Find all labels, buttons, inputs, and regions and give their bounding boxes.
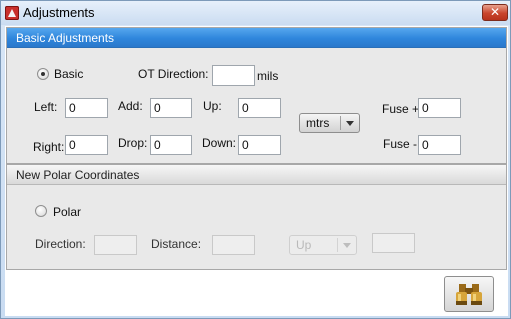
- units-dropdown[interactable]: mtrs: [299, 113, 360, 133]
- ot-direction-unit: mils: [257, 69, 279, 83]
- fuse-minus-label: Fuse -: [383, 137, 418, 151]
- app-icon: [5, 6, 19, 20]
- polar-radio-label[interactable]: Polar: [53, 205, 81, 219]
- dialog-content: Basic Adjustments Basic OT Direction: mi…: [5, 26, 508, 316]
- right-label: Right:: [33, 140, 65, 154]
- add-label: Add:: [118, 99, 143, 113]
- direction-input[interactable]: [94, 235, 137, 255]
- adjustments-window: Adjustments ✕ Basic Adjustments Basic OT…: [0, 0, 511, 319]
- window-title: Adjustments: [23, 5, 95, 20]
- basic-adjustments-panel: Basic Adjustments Basic OT Direction: mi…: [6, 27, 507, 164]
- close-button[interactable]: ✕: [482, 4, 508, 21]
- chevron-down-icon: [343, 243, 351, 248]
- basic-radio-label[interactable]: Basic: [54, 67, 83, 81]
- basic-radio[interactable]: [37, 68, 49, 80]
- down-input[interactable]: [238, 135, 281, 155]
- left-input[interactable]: [65, 98, 108, 118]
- title-bar[interactable]: Adjustments ✕: [1, 1, 510, 25]
- polar-coordinates-header[interactable]: New Polar Coordinates: [7, 165, 506, 185]
- up-input[interactable]: [238, 98, 281, 118]
- vertical-direction-value: Up: [296, 238, 312, 252]
- find-button[interactable]: [444, 276, 494, 312]
- direction-label: Direction:: [35, 237, 86, 251]
- polar-coordinates-panel: New Polar Coordinates Polar Direction: D…: [6, 164, 507, 270]
- right-input[interactable]: [65, 135, 108, 155]
- chevron-down-icon: [346, 121, 354, 126]
- fuse-minus-input[interactable]: [418, 135, 461, 155]
- ot-direction-label: OT Direction:: [138, 67, 209, 81]
- distance-label: Distance:: [151, 237, 202, 251]
- down-label: Down:: [202, 136, 237, 150]
- drop-label: Drop:: [118, 136, 148, 150]
- add-input[interactable]: [150, 98, 192, 118]
- units-dropdown-value: mtrs: [306, 116, 330, 130]
- vertical-value-input[interactable]: [372, 233, 415, 253]
- left-label: Left:: [34, 100, 58, 114]
- polar-radio[interactable]: [35, 205, 47, 217]
- fuse-plus-input[interactable]: [418, 98, 461, 118]
- binoculars-icon: [456, 284, 482, 305]
- basic-adjustments-header[interactable]: Basic Adjustments: [7, 28, 506, 48]
- drop-input[interactable]: [150, 135, 192, 155]
- vertical-direction-dropdown[interactable]: Up: [289, 235, 357, 255]
- up-label: Up:: [203, 99, 222, 113]
- distance-input[interactable]: [212, 235, 255, 255]
- fuse-plus-label: Fuse +: [382, 102, 420, 116]
- ot-direction-input[interactable]: [212, 65, 255, 86]
